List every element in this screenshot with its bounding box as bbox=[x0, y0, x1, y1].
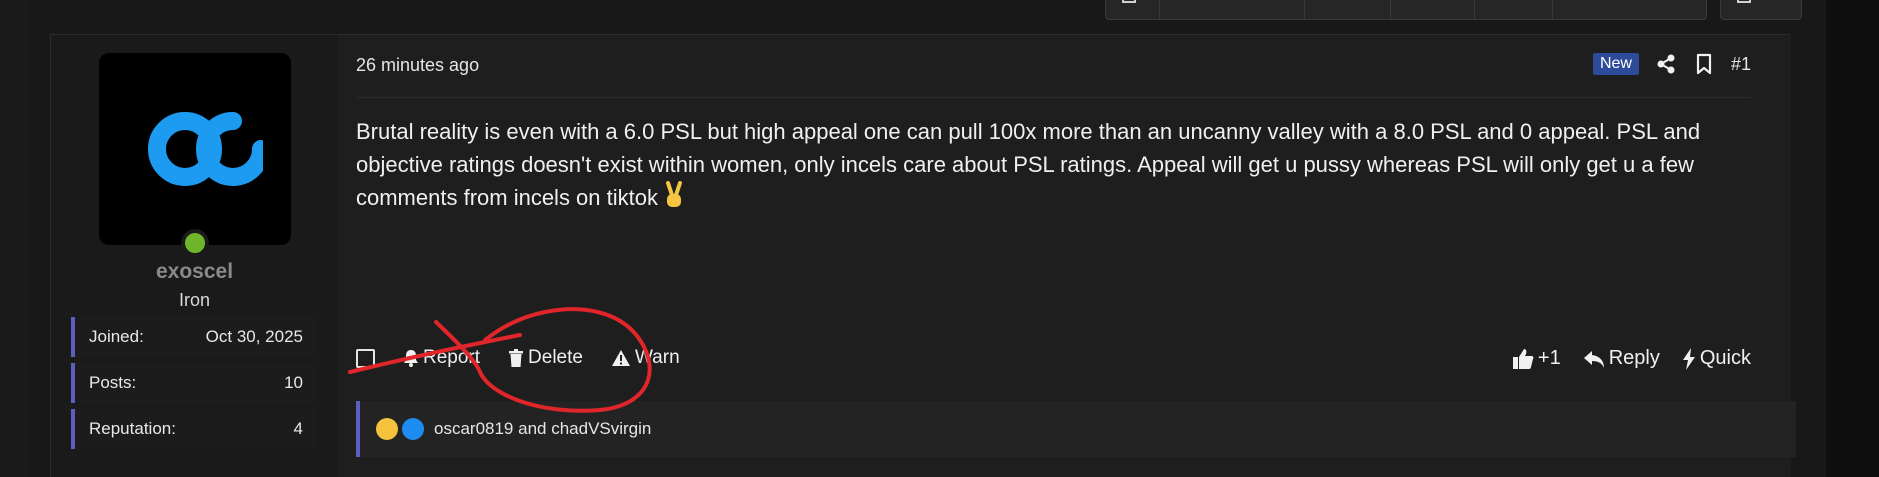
new-badge: New bbox=[1592, 53, 1639, 75]
laughing-crying-icon bbox=[376, 418, 398, 440]
stat-value: 4 bbox=[293, 419, 303, 438]
reply-label: Reply bbox=[1608, 347, 1660, 369]
toolbar-segment[interactable] bbox=[1305, 0, 1392, 19]
stat-label: Joined: bbox=[89, 327, 144, 346]
quick-label: Quick bbox=[1699, 347, 1751, 369]
like-button[interactable]: +1 bbox=[1512, 347, 1561, 370]
stat-reputation: Reputation: 4 bbox=[71, 409, 317, 449]
infinity-logo-icon bbox=[148, 112, 263, 186]
toolbar-segment[interactable] bbox=[1553, 0, 1706, 19]
lightning-bolt-icon bbox=[1682, 347, 1695, 370]
warn-button[interactable]: Warn bbox=[611, 347, 680, 369]
toolbar-button[interactable] bbox=[1720, 0, 1802, 20]
toolbar-segment[interactable] bbox=[1391, 0, 1475, 19]
warning-icon bbox=[611, 350, 630, 366]
forum-post: exoscel Iron Joined: Oct 30, 2025 Posts:… bbox=[50, 34, 1796, 477]
post-message: Brutal reality is even with a 6.0 PSL bu… bbox=[356, 115, 1756, 214]
reply-arrow-icon bbox=[1583, 350, 1604, 368]
toolbar-icon bbox=[1737, 0, 1751, 3]
post-content: 26 minutes ago New #1 Brutal reality is … bbox=[338, 35, 1796, 477]
toolbar-segment[interactable] bbox=[1475, 0, 1553, 19]
online-status-indicator bbox=[181, 229, 209, 257]
post-timestamp[interactable]: 26 minutes ago bbox=[356, 55, 479, 76]
trash-icon bbox=[509, 349, 524, 367]
speech-notch bbox=[338, 89, 350, 113]
reactions-bar[interactable]: oscar0819 and chadVSvirgin bbox=[356, 401, 1796, 457]
post-number-link[interactable]: #1 bbox=[1731, 54, 1751, 75]
left-gutter bbox=[0, 0, 28, 477]
stat-value: Oct 30, 2025 bbox=[205, 327, 303, 346]
username[interactable]: exoscel bbox=[51, 260, 338, 284]
header-divider bbox=[356, 97, 1751, 98]
stat-label: Reputation: bbox=[89, 419, 176, 438]
share-icon[interactable] bbox=[1655, 53, 1677, 75]
reaction-users[interactable]: oscar0819 and chadVSvirgin bbox=[434, 419, 651, 439]
toolbar-segment[interactable] bbox=[1106, 0, 1160, 19]
reply-button[interactable]: Reply bbox=[1583, 347, 1660, 370]
bell-icon bbox=[404, 350, 418, 367]
victory-hand-emoji-icon bbox=[665, 181, 682, 207]
like-count: +1 bbox=[1537, 347, 1561, 369]
warn-label: Warn bbox=[634, 347, 680, 368]
stat-joined: Joined: Oct 30, 2025 bbox=[71, 317, 317, 357]
post-actions-left: Report Delete Warn bbox=[356, 347, 680, 369]
post-header-actions: New #1 bbox=[1592, 53, 1751, 75]
delete-label: Delete bbox=[528, 347, 583, 368]
delete-button[interactable]: Delete bbox=[508, 347, 583, 369]
toolbar-segment[interactable] bbox=[1160, 0, 1306, 19]
bookmark-icon[interactable] bbox=[1693, 53, 1715, 75]
report-button[interactable]: Report bbox=[403, 347, 480, 369]
stat-label: Posts: bbox=[89, 373, 137, 392]
post-actions-right: +1 Reply Quick bbox=[1512, 347, 1751, 370]
toolbar-icon bbox=[1122, 0, 1136, 3]
stat-posts: Posts: 10 bbox=[71, 363, 317, 403]
editor-toolbar bbox=[1105, 0, 1707, 20]
stat-value: 10 bbox=[284, 373, 303, 392]
user-info-panel: exoscel Iron Joined: Oct 30, 2025 Posts:… bbox=[51, 35, 338, 477]
post-message-text: Brutal reality is even with a 6.0 PSL bu… bbox=[356, 119, 1701, 210]
thumbs-up-icon bbox=[1512, 348, 1534, 369]
report-label: Report bbox=[423, 347, 481, 368]
avatar[interactable] bbox=[99, 53, 291, 245]
thumbs-up-reaction-icon bbox=[402, 418, 424, 440]
select-checkbox[interactable] bbox=[356, 348, 375, 368]
quick-reply-button[interactable]: Quick bbox=[1682, 347, 1751, 370]
user-title: Iron bbox=[178, 290, 211, 310]
right-gutter bbox=[1826, 0, 1879, 477]
